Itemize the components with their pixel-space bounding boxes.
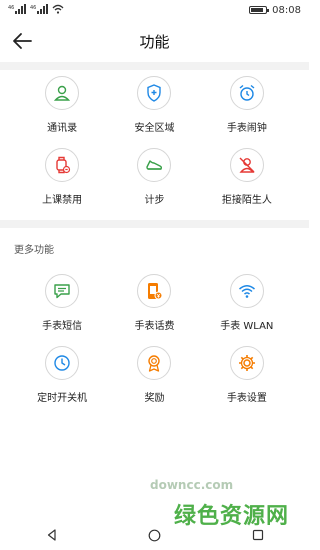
signal-strength-icon: 46 bbox=[8, 3, 26, 17]
nav-recents-button[interactable] bbox=[248, 525, 268, 545]
function-step-count[interactable]: 计步 bbox=[108, 148, 200, 220]
wifi-status-icon bbox=[52, 4, 64, 17]
status-right: 08:08 bbox=[249, 5, 301, 16]
function-label: 手表 WLAN bbox=[220, 321, 274, 332]
message-icon bbox=[45, 274, 80, 308]
function-label: 手表话费 bbox=[134, 321, 175, 332]
function-label: 安全区域 bbox=[134, 123, 175, 134]
function-reward[interactable]: 奖励 bbox=[108, 346, 200, 418]
section-divider bbox=[0, 220, 309, 228]
function-watch-wlan[interactable]: 手表 WLAN bbox=[201, 274, 293, 346]
function-safe-zone[interactable]: 安全区域 bbox=[108, 76, 200, 148]
award-icon bbox=[137, 346, 172, 380]
wifi-icon bbox=[229, 274, 264, 308]
watch-lock-icon bbox=[45, 148, 80, 182]
function-label: 手表闹钟 bbox=[226, 123, 267, 134]
status-bar: 46 46 08:08 bbox=[0, 0, 309, 20]
back-button[interactable] bbox=[10, 29, 34, 53]
more-functions-title: 更多功能 bbox=[14, 245, 54, 256]
shoe-icon bbox=[137, 148, 172, 182]
function-label: 上课禁用 bbox=[42, 195, 83, 206]
system-nav-bar bbox=[0, 520, 309, 550]
more-functions-grid: 手表短信 手表话费 手表 WLAN 定时开关机 奖励 手表设置 bbox=[0, 228, 309, 418]
battery-icon bbox=[249, 6, 270, 14]
svg-text:46: 46 bbox=[8, 5, 14, 11]
function-label: 手表设置 bbox=[226, 393, 267, 404]
circle-home-icon bbox=[148, 529, 161, 541]
more-functions-section: 更多功能 手表短信 手表话费 手表 WLAN 定时开关机 奖励 手表设置 bbox=[0, 228, 309, 433]
function-class-disable[interactable]: 上课禁用 bbox=[16, 148, 108, 220]
timer-clock-icon bbox=[45, 346, 80, 380]
function-watch-alarm[interactable]: 手表闹钟 bbox=[201, 76, 293, 148]
shield-icon bbox=[137, 76, 172, 110]
battery-fill bbox=[251, 8, 264, 12]
function-watch-sms[interactable]: 手表短信 bbox=[16, 274, 108, 346]
top-bar: 功能 bbox=[0, 20, 309, 62]
function-contacts[interactable]: 通讯录 bbox=[16, 76, 108, 148]
function-watch-bill[interactable]: 手表话费 bbox=[108, 274, 200, 346]
triangle-back-icon bbox=[47, 529, 56, 541]
header-divider bbox=[0, 62, 309, 70]
main-functions-grid: 通讯录 安全区域 手表闹钟 上课禁用 计步 拒接陌生人 bbox=[0, 70, 309, 220]
nav-back-button[interactable] bbox=[42, 525, 62, 545]
settings-gear-icon bbox=[229, 346, 264, 380]
square-recents-icon bbox=[252, 529, 263, 541]
function-label: 拒接陌生人 bbox=[221, 195, 272, 206]
function-reject-stranger[interactable]: 拒接陌生人 bbox=[201, 148, 293, 220]
svg-text:46: 46 bbox=[30, 5, 36, 11]
function-label: 定时开关机 bbox=[37, 393, 88, 404]
contacts-icon bbox=[45, 76, 80, 110]
status-time: 08:08 bbox=[272, 4, 301, 16]
alarm-clock-icon bbox=[229, 76, 264, 110]
phone-bill-icon bbox=[137, 274, 172, 308]
watermark-sub: downcc.com bbox=[150, 478, 234, 492]
function-label: 通讯录 bbox=[47, 123, 78, 134]
block-stranger-icon bbox=[229, 148, 264, 182]
function-label: 手表短信 bbox=[42, 321, 83, 332]
back-arrow-icon bbox=[13, 33, 32, 49]
function-label: 计步 bbox=[144, 195, 165, 206]
page-title: 功能 bbox=[139, 32, 170, 51]
main-functions-section: 通讯录 安全区域 手表闹钟 上课禁用 计步 拒接陌生人 bbox=[0, 70, 309, 220]
function-watch-settings[interactable]: 手表设置 bbox=[201, 346, 293, 418]
nav-home-button[interactable] bbox=[145, 525, 165, 545]
status-left: 46 46 bbox=[8, 3, 64, 17]
function-timed-power[interactable]: 定时开关机 bbox=[16, 346, 108, 418]
function-label: 奖励 bbox=[144, 393, 165, 404]
signal-strength-icon-2: 46 bbox=[30, 3, 48, 17]
